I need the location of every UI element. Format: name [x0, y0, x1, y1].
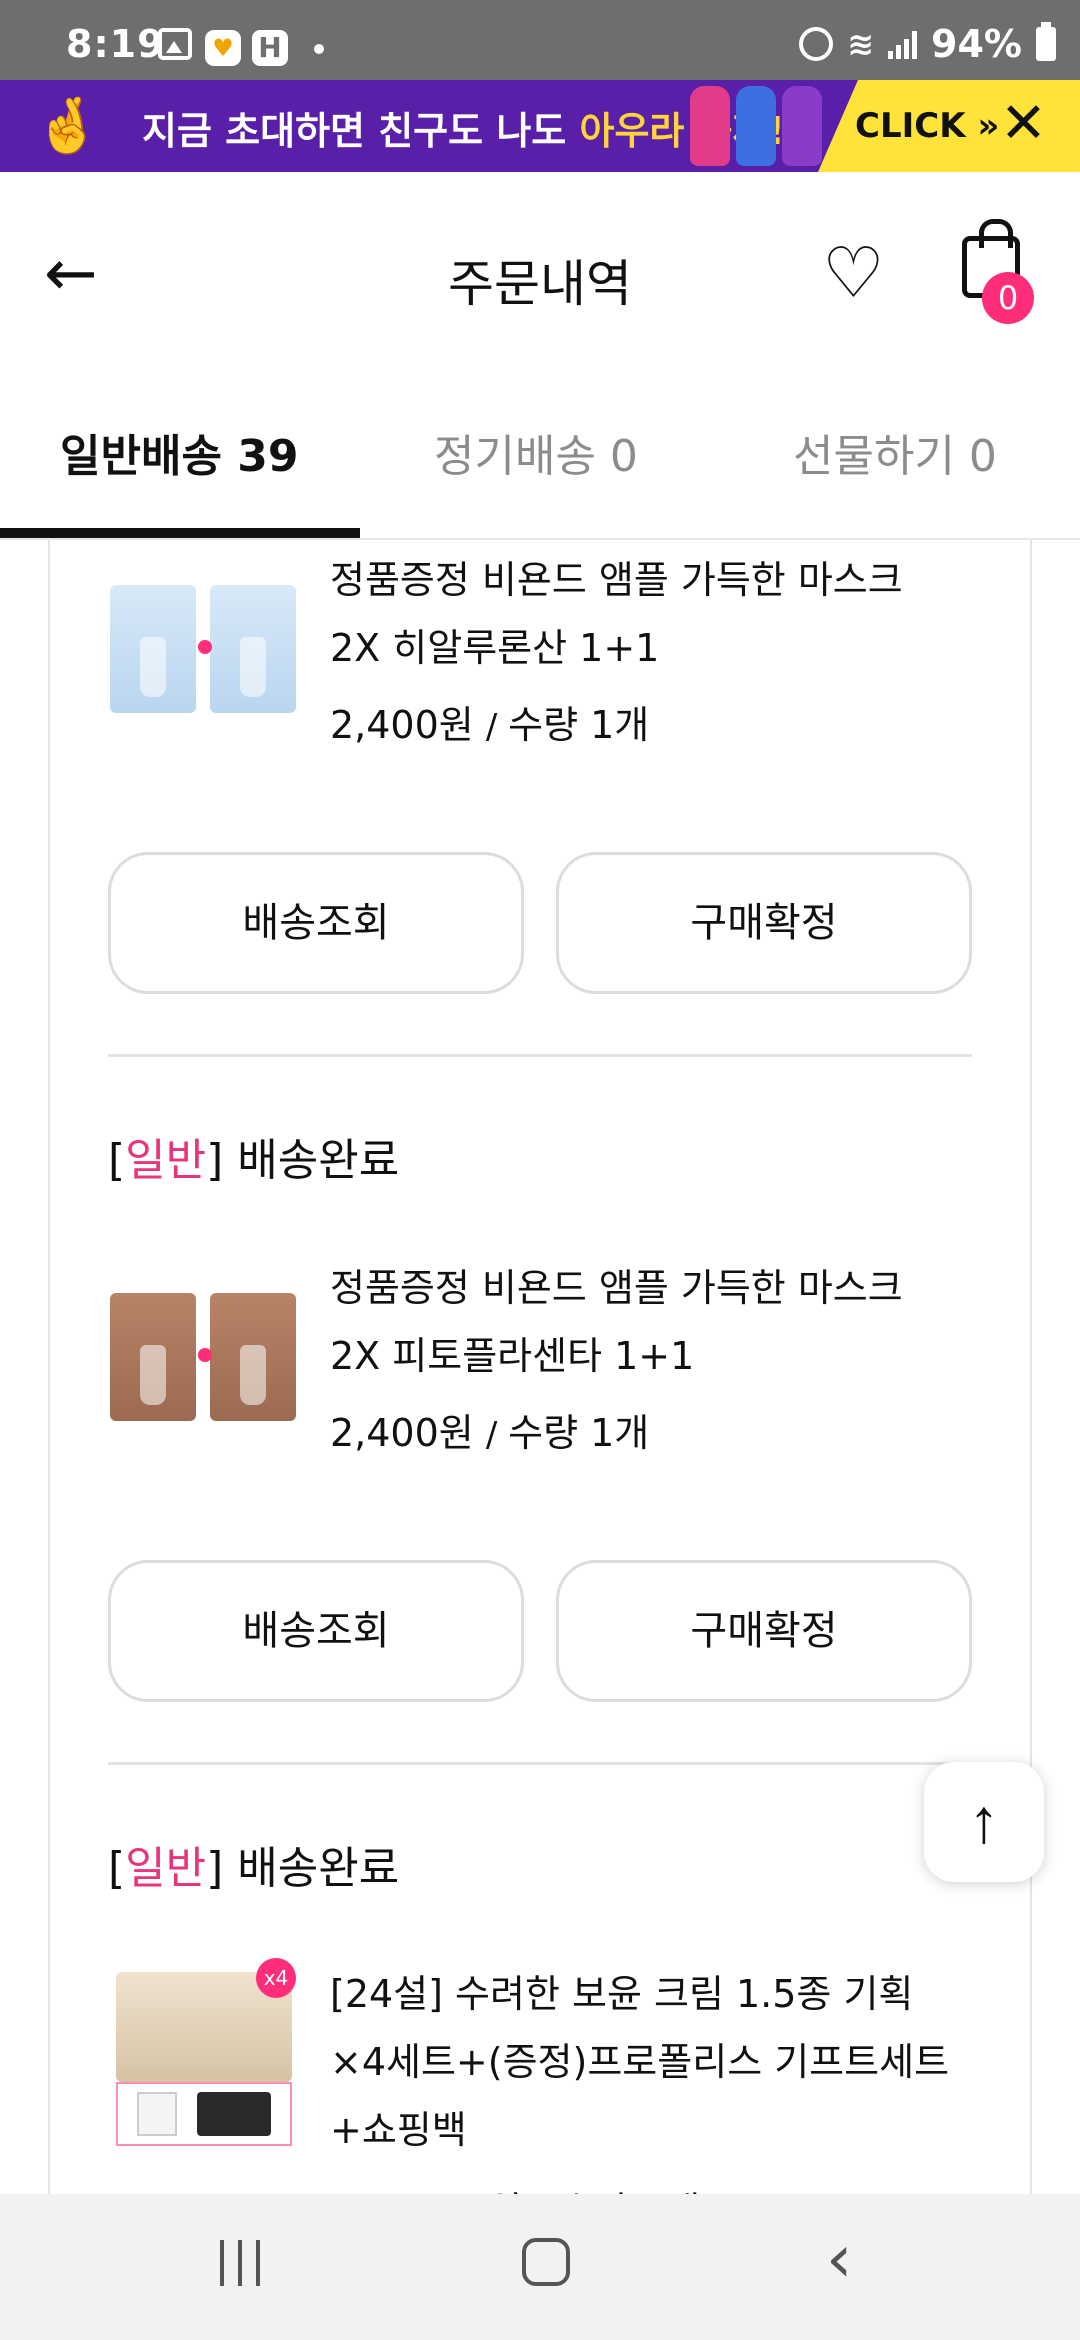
wishlist-heart-icon[interactable]: ♡ [822, 238, 885, 308]
product-name-line: [24설] 수려한 보윤 크림 1.5종 기획 [330, 1972, 914, 2016]
track-delivery-button[interactable]: 배송조회 [108, 852, 524, 994]
signal-icon [888, 29, 918, 59]
gift-items-image [116, 2082, 292, 2146]
product-price-qty: 2,400원 / 수량 1개 [330, 694, 649, 749]
confirm-purchase-button[interactable]: 구매확정 [556, 852, 972, 994]
order-list[interactable]: 정품증정 비욘드 앰플 가득한 마스크 2X 히알루론산 1+1 2,400원 … [0, 540, 1080, 2194]
product-name-line: 2X 피토플라센타 1+1 [330, 1334, 695, 1378]
tab-gift[interactable]: 선물하기 0 [793, 420, 997, 484]
active-tab-indicator [0, 528, 360, 538]
banner-text-main: 지금 초대하면 친구도 나도 [142, 109, 580, 153]
product-price-qty: 2,400원 / 수량 1개 [330, 1402, 649, 1457]
tab-subscription-delivery[interactable]: 정기배송 0 [434, 420, 638, 484]
status-right: ≋ 94% [799, 22, 1056, 66]
product-name[interactable]: 정품증정 비욘드 앰플 가득한 마스크 2X 피토플라센타 1+1 [330, 1254, 1010, 1390]
system-navigation-bar: ‹ [0, 2194, 1080, 2340]
order-divider [108, 1762, 972, 1765]
wifi-icon: ≋ [847, 25, 875, 63]
price-separator: / [485, 1415, 509, 1455]
gallery-icon [158, 28, 192, 60]
product-name-line: +쇼핑백 [330, 2108, 467, 2152]
banner-text: 지금 초대하면 친구도 나도 아우라 공짜! [142, 100, 785, 155]
product-quantity: 수량 1개 [508, 703, 650, 747]
product-thumbnail[interactable] [110, 584, 296, 714]
product-thumbnail[interactable]: x4 [116, 1958, 296, 2146]
product-name-line: 2X 히알루론산 1+1 [330, 626, 660, 670]
confirm-purchase-button[interactable]: 구매확정 [556, 1560, 972, 1702]
product-name-line: 정품증정 비욘드 앰플 가득한 마스크 [330, 558, 903, 602]
order-type-tabs: 일반배송 39 정기배송 0 선물하기 0 [0, 400, 1080, 540]
status-bar: 8:19 ♥ H ≋ 94% [0, 0, 1080, 80]
home-icon[interactable] [522, 2238, 570, 2286]
plus-icon [198, 1348, 212, 1362]
delivery-status-text: 배송완료 [237, 1843, 400, 1894]
delivery-type-label: 일반 [125, 1135, 207, 1186]
scroll-to-top-button[interactable]: ↑ [924, 1762, 1044, 1882]
order-divider [108, 1054, 972, 1057]
cart-count-badge: 0 [982, 272, 1034, 324]
product-price-qty: 109,000원 / 수량 1개 [330, 2180, 700, 2194]
price-separator: / [485, 707, 509, 747]
page-title: 주문내역 [448, 255, 632, 313]
product-quantity: 수량 1개 [508, 1411, 650, 1455]
status-time: 8:19 [66, 22, 165, 66]
back-chevron-icon[interactable]: ‹ [826, 2224, 852, 2294]
alarm-icon [799, 27, 834, 61]
app-header: ← 주문내역 ♡ [0, 172, 1080, 382]
product-thumbnail[interactable] [110, 1292, 296, 1422]
promo-banner[interactable]: 🤞 지금 초대하면 친구도 나도 아우라 공짜! CLICK » ✕ [0, 80, 1080, 172]
notification-dot-icon [314, 44, 324, 54]
product-name-line: 정품증정 비욘드 앰플 가득한 마스크 [330, 1266, 903, 1310]
gift-set-image [197, 2092, 271, 2136]
track-delivery-button[interactable]: 배송조회 [108, 1560, 524, 1702]
heart-badge-icon: ♥ [205, 30, 241, 66]
product-name[interactable]: [24설] 수려한 보윤 크림 1.5종 기획 ×4세트+(증정)프로폴리스 기… [330, 1960, 1010, 2164]
shopping-bag-image [137, 2092, 177, 2136]
delivery-type-label: 일반 [125, 1843, 207, 1894]
order-status: [일반] 배송완료 [108, 1843, 400, 1894]
recent-apps-icon[interactable] [220, 2240, 260, 2286]
pinky-promise-icon: 🤞 [34, 94, 102, 157]
plus-icon [198, 640, 212, 654]
battery-percent: 94% [931, 22, 1022, 66]
quantity-badge: x4 [256, 1958, 296, 1998]
h-icon: H [252, 30, 288, 66]
battery-icon [1036, 22, 1056, 61]
order-status: [일반] 배송완료 [108, 1135, 400, 1186]
product-bottles-icon [690, 86, 822, 166]
delivery-status-text: 배송완료 [237, 1135, 400, 1186]
product-name-line: ×4세트+(증정)프로폴리스 기프트세트 [330, 2040, 950, 2084]
close-icon[interactable]: ✕ [1000, 94, 1047, 154]
product-price: 2,400원 [330, 1411, 474, 1455]
tab-general-delivery[interactable]: 일반배송 39 [60, 420, 298, 484]
product-name[interactable]: 정품증정 비욘드 앰플 가득한 마스크 2X 히알루론산 1+1 [330, 546, 1010, 682]
banner-click-label[interactable]: CLICK » [855, 106, 999, 146]
product-price: 2,400원 [330, 703, 474, 747]
